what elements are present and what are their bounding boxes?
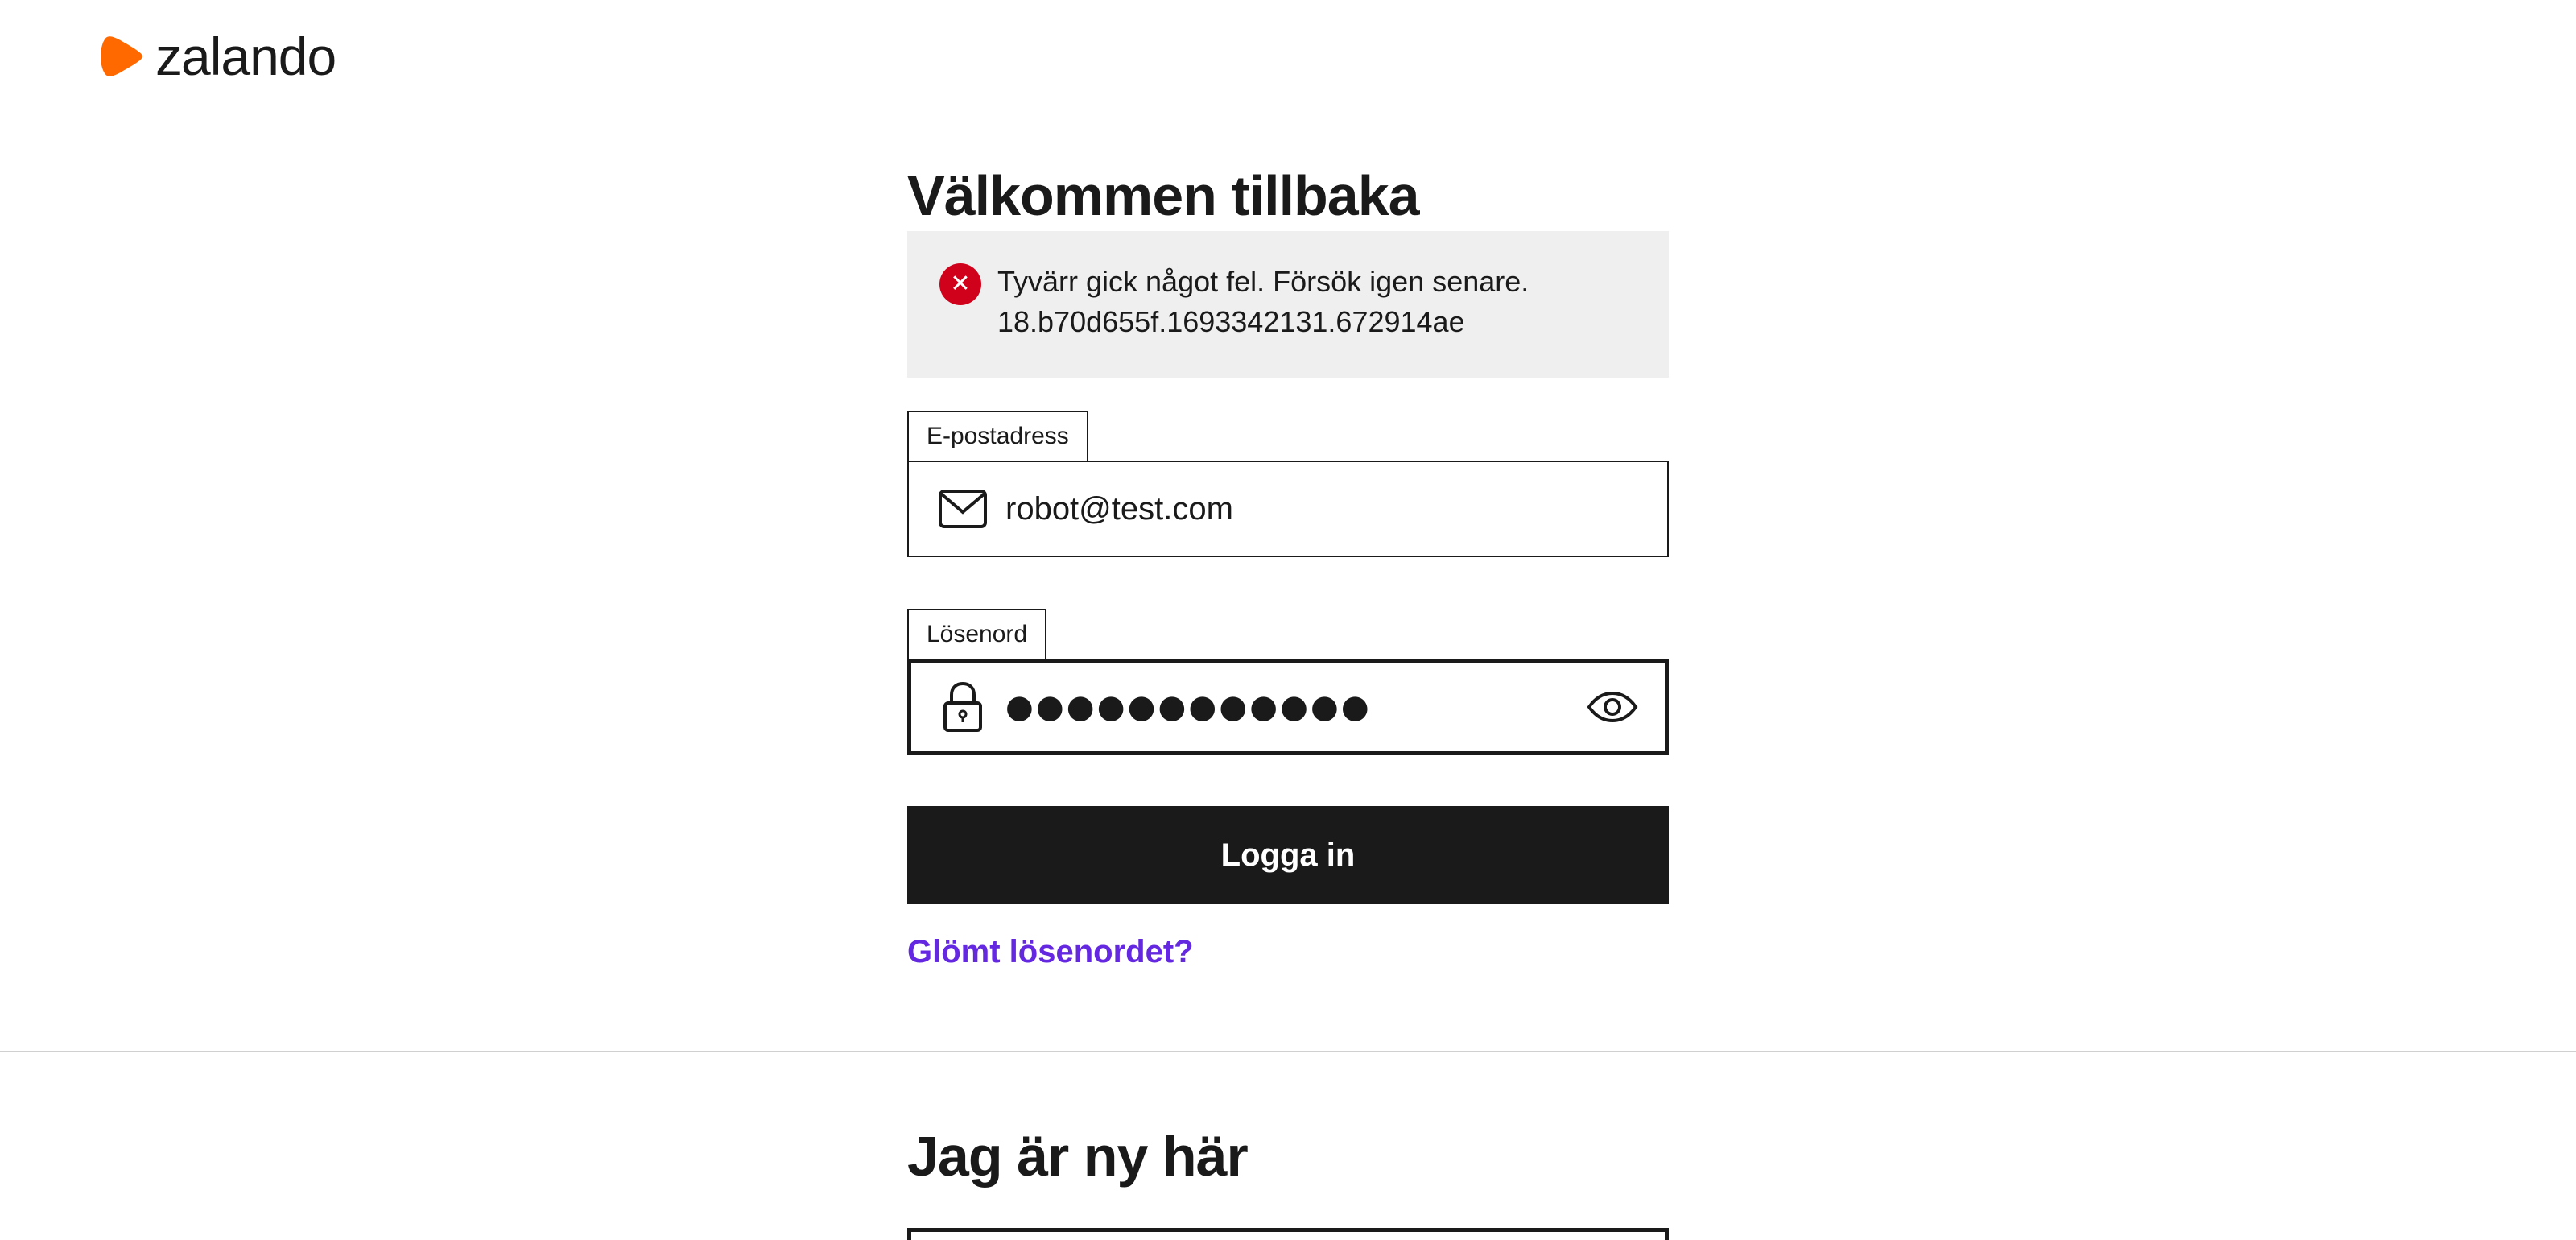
eye-icon[interactable] bbox=[1584, 679, 1641, 735]
password-input[interactable]: ●●●●●●●●●●●● bbox=[1005, 688, 1584, 725]
email-field[interactable] bbox=[907, 461, 1669, 557]
error-banner: ✕ Tyvärr gick något fel. Försök igen sen… bbox=[907, 231, 1669, 378]
login-page: zalando Välkommen tillbaka ✕ Tyvärr gick… bbox=[0, 0, 2576, 1240]
password-label: Lösenord bbox=[907, 609, 1047, 659]
zalando-logo-icon bbox=[101, 36, 142, 76]
register-field[interactable] bbox=[907, 1228, 1669, 1240]
forgot-password-link[interactable]: Glömt lösenordet? bbox=[907, 934, 1194, 970]
error-message-text: Tyvärr gick något fel. Försök igen senar… bbox=[997, 265, 1530, 298]
zalando-logo[interactable]: zalando bbox=[96, 24, 336, 89]
lock-icon bbox=[935, 679, 991, 735]
email-label: E-postadress bbox=[907, 411, 1088, 461]
password-field[interactable]: ●●●●●●●●●●●● bbox=[907, 659, 1669, 755]
email-input[interactable] bbox=[1005, 490, 1667, 527]
page-title: Välkommen tillbaka bbox=[907, 164, 1420, 227]
envelope-icon bbox=[935, 481, 991, 537]
error-x-icon: ✕ bbox=[939, 263, 981, 305]
login-button[interactable]: Logga in bbox=[907, 806, 1669, 904]
logo-wordmark: zalando bbox=[155, 27, 336, 86]
error-message: Tyvärr gick något fel. Försök igen senar… bbox=[997, 262, 1529, 342]
register-title: Jag är ny här bbox=[907, 1125, 1249, 1188]
section-divider bbox=[0, 1051, 2576, 1052]
error-trace-id: 18.b70d655f.1693342131.672914ae bbox=[997, 305, 1465, 338]
